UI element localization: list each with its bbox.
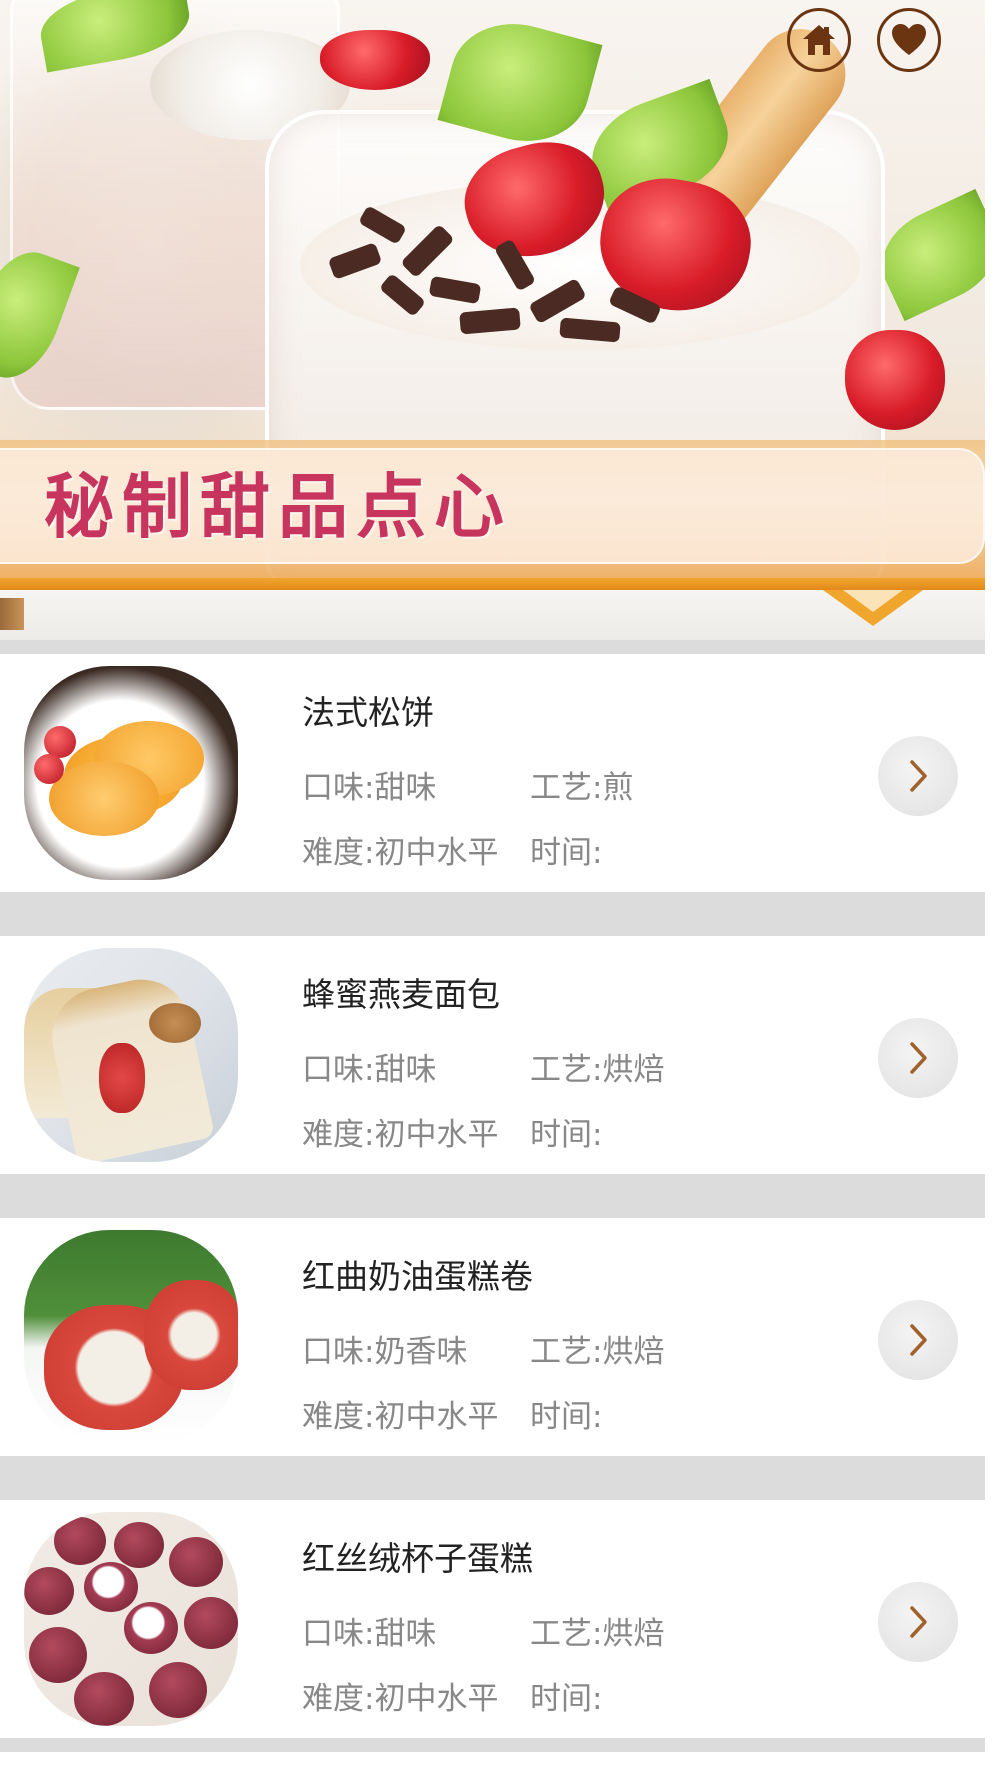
recipe-thumbnail	[24, 666, 238, 880]
recipe-difficulty: 难度:初中水平	[302, 1399, 499, 1435]
list-separator	[0, 1174, 985, 1218]
recipe-name: 红曲奶油蛋糕卷	[302, 1257, 533, 1296]
cupcake	[29, 1627, 87, 1683]
recipe-difficulty: 难度:初中水平	[302, 1681, 499, 1717]
recipe-time: 时间:	[530, 1399, 603, 1435]
strawberry	[320, 30, 430, 90]
recipe-thumbnail	[24, 1230, 238, 1444]
divider-notch-inner	[843, 590, 903, 612]
hero-banner: 秘制甜品点心	[0, 0, 1000, 590]
recipe-difficulty: 难度:初中水平	[302, 1117, 499, 1153]
heart-icon	[892, 24, 926, 55]
recipe-name: 蜂蜜燕麦面包	[302, 975, 500, 1014]
list-separator	[0, 1456, 985, 1500]
pancake	[49, 761, 159, 836]
section-divider	[0, 590, 985, 640]
favorite-button[interactable]	[877, 8, 941, 72]
recipe-item[interactable]: 法式松饼 口味:甜味 工艺:煎 难度:初中水平 时间:	[0, 654, 985, 892]
list-separator	[0, 640, 985, 654]
cupcake	[84, 1562, 138, 1612]
strawberry	[845, 330, 945, 430]
recipe-list: 法式松饼 口味:甜味 工艺:煎 难度:初中水平 时间: 蜂蜜燕麦面包 口味:甜味…	[0, 640, 985, 1752]
open-recipe-button[interactable]	[878, 736, 958, 816]
cupcake	[184, 1597, 238, 1649]
cherry	[34, 754, 64, 784]
recipe-craft: 工艺:烘焙	[530, 1616, 665, 1652]
recipe-item[interactable]: 红丝绒杯子蛋糕 口味:甜味 工艺:烘焙 难度:初中水平 时间:	[0, 1500, 985, 1738]
cupcake	[124, 1602, 178, 1654]
chevron-right-icon	[910, 1042, 927, 1074]
recipe-time: 时间:	[530, 1117, 603, 1153]
recipe-item[interactable]: 红曲奶油蛋糕卷 口味:奶香味 工艺:烘焙 难度:初中水平 时间:	[0, 1218, 985, 1456]
cupcake	[114, 1522, 164, 1568]
recipe-difficulty: 难度:初中水平	[302, 835, 499, 871]
chevron-right-icon	[910, 1606, 927, 1638]
recipe-time: 时间:	[530, 835, 603, 871]
chevron-right-icon	[910, 1324, 927, 1356]
mint-leaf	[866, 188, 1000, 322]
right-margin	[985, 0, 1000, 1778]
jam-filling	[99, 1043, 145, 1113]
cupcake	[169, 1537, 223, 1587]
divider-tab	[0, 598, 24, 630]
cake-roll	[144, 1280, 238, 1390]
list-separator	[0, 892, 985, 936]
home-button[interactable]	[787, 8, 851, 72]
recipe-flavor: 口味:甜味	[302, 1616, 437, 1652]
open-recipe-button[interactable]	[878, 1300, 958, 1380]
recipe-time: 时间:	[530, 1681, 603, 1717]
cupcake	[24, 1567, 74, 1615]
recipe-flavor: 口味:甜味	[302, 770, 437, 806]
page-title: 秘制甜品点心	[44, 465, 512, 548]
accent-band	[0, 578, 1000, 590]
wooden-spoon	[149, 1003, 201, 1043]
recipe-flavor: 口味:奶香味	[302, 1334, 468, 1370]
recipe-name: 法式松饼	[302, 693, 434, 732]
cupcake	[74, 1672, 134, 1726]
recipe-flavor: 口味:甜味	[302, 1052, 437, 1088]
recipe-craft: 工艺:煎	[530, 770, 634, 806]
open-recipe-button[interactable]	[878, 1018, 958, 1098]
recipe-name: 红丝绒杯子蛋糕	[302, 1539, 533, 1578]
recipe-item[interactable]: 蜂蜜燕麦面包 口味:甜味 工艺:烘焙 难度:初中水平 时间:	[0, 936, 985, 1174]
cupcake	[54, 1517, 106, 1565]
home-icon	[803, 25, 835, 55]
recipe-craft: 工艺:烘焙	[530, 1052, 665, 1088]
list-separator	[0, 1738, 985, 1752]
recipe-thumbnail	[24, 1512, 238, 1726]
recipe-thumbnail	[24, 948, 238, 1162]
chevron-right-icon	[910, 760, 927, 792]
cupcake	[149, 1662, 207, 1718]
recipe-craft: 工艺:烘焙	[530, 1334, 665, 1370]
open-recipe-button[interactable]	[878, 1582, 958, 1662]
